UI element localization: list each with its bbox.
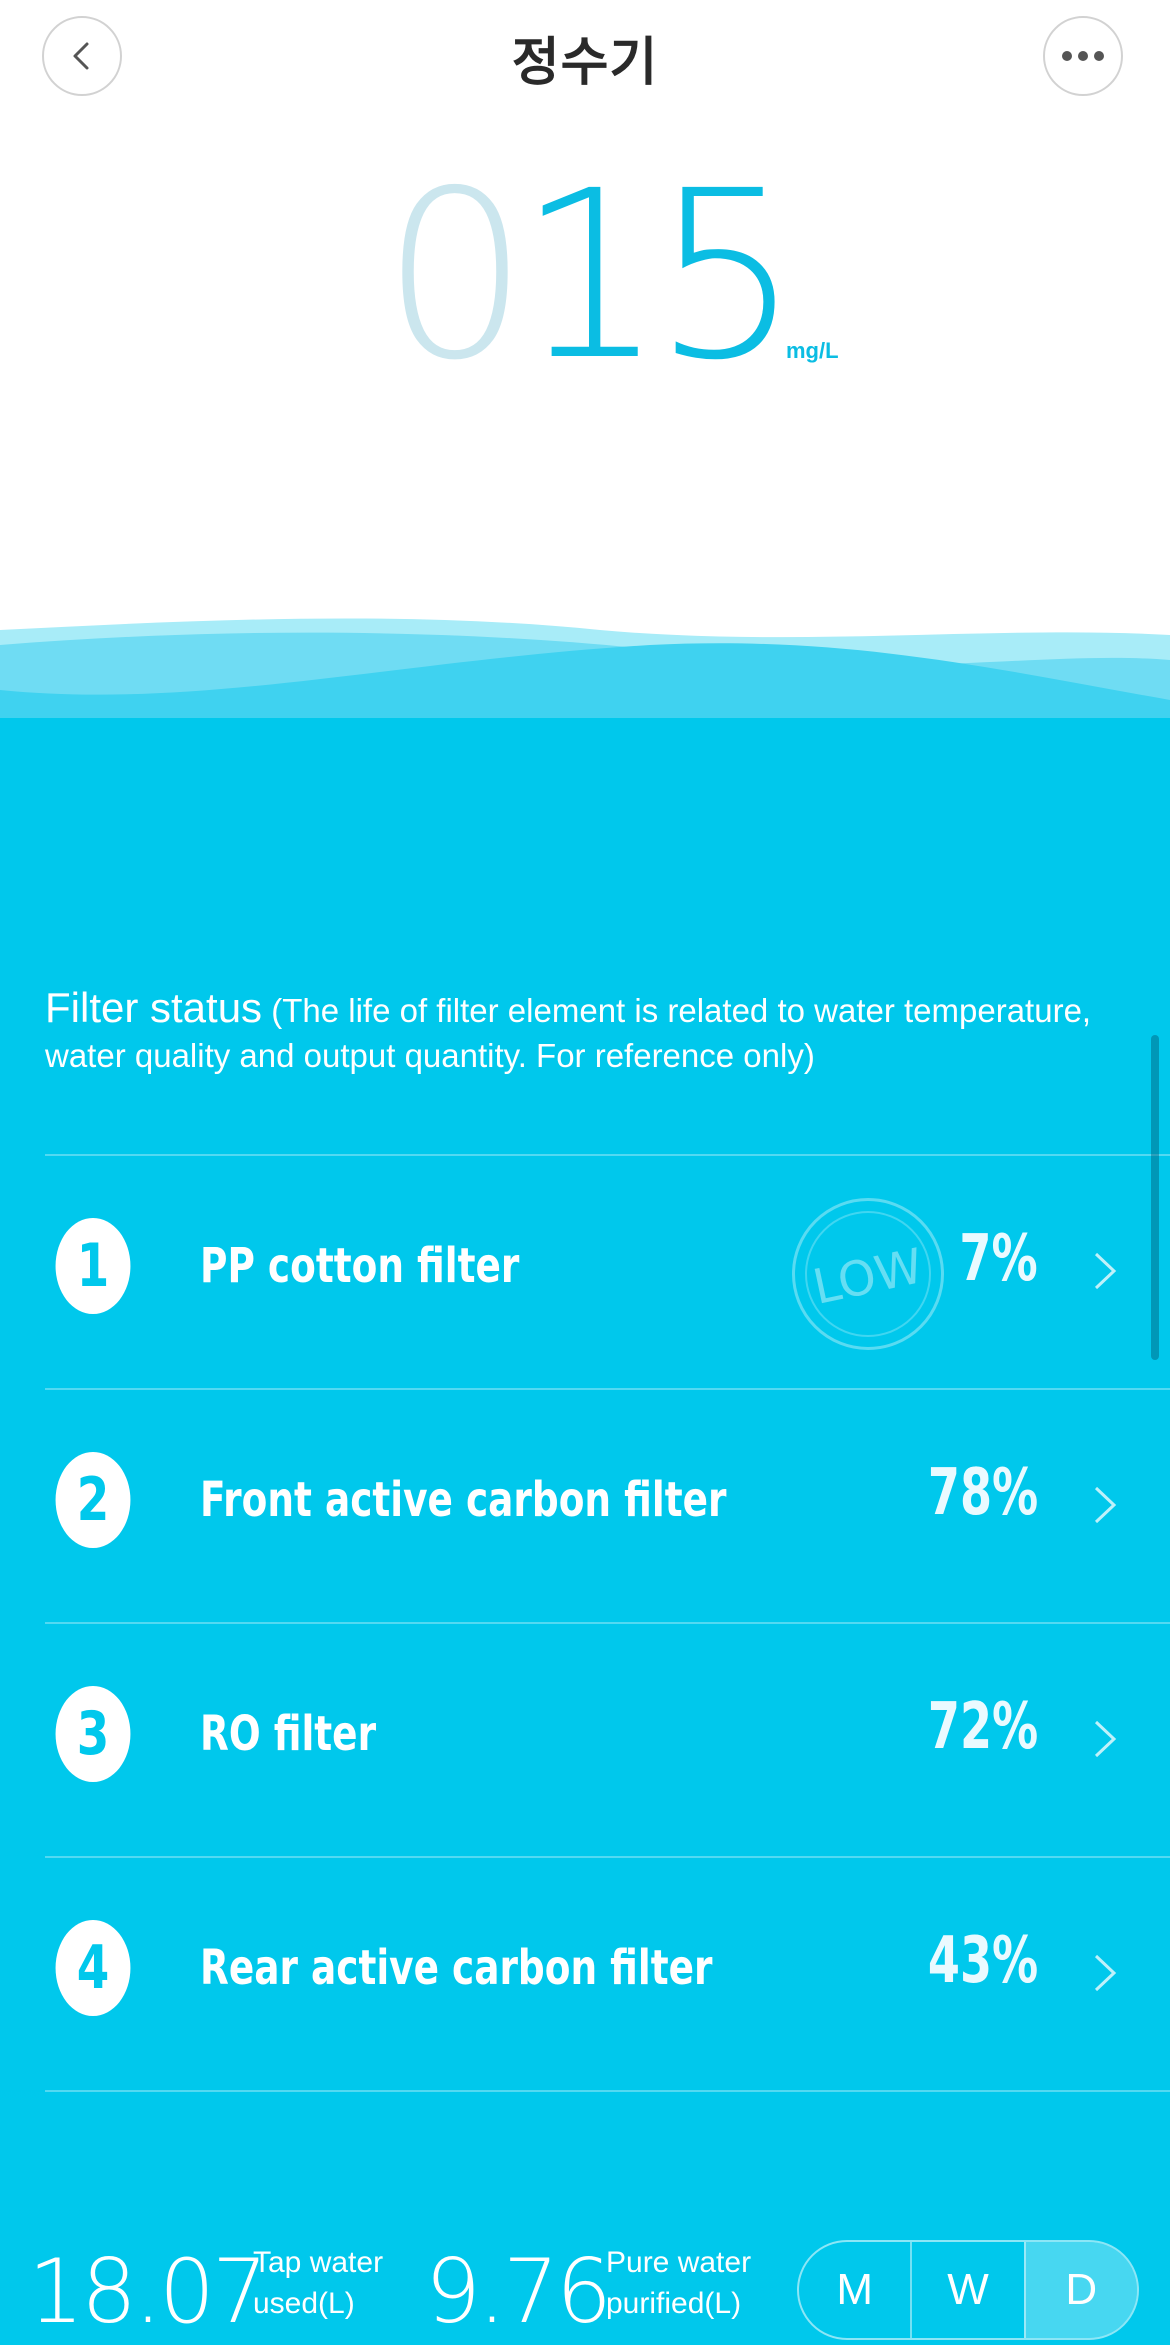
tap-water-label-line2: used(L) xyxy=(253,2287,355,2320)
filter-number-badge: 4 xyxy=(55,1920,131,2016)
filter-percent: 78% xyxy=(927,1456,1038,1530)
tds-digit: 1 xyxy=(517,141,665,411)
tds-digit: 5 xyxy=(652,141,801,411)
period-month-button[interactable]: M xyxy=(799,2242,910,2338)
pure-water-label: Pure water purified(L) xyxy=(606,2242,756,2324)
filter-row-1[interactable]: 1 PP cotton filter 7% xyxy=(0,1156,1170,1388)
chevron-right-icon xyxy=(1094,1954,1117,1992)
period-week-button[interactable]: W xyxy=(910,2242,1023,2338)
filter-name: Front active carbon filter xyxy=(200,1472,727,1528)
filter-percent: 7% xyxy=(959,1222,1038,1296)
tap-water-value: 18.07 xyxy=(28,2240,268,2343)
filter-status-header: Filter status (The life of filter elemen… xyxy=(45,985,1105,1078)
filter-row-2[interactable]: 2 Front active carbon filter 78% xyxy=(0,1390,1170,1622)
pure-water-label-line2: purified(L) xyxy=(606,2287,742,2320)
filter-percent: 72% xyxy=(927,1690,1038,1764)
page-title: 정수기 xyxy=(511,33,659,93)
ellipsis-icon xyxy=(1062,51,1104,61)
period-selector: M W D xyxy=(797,2240,1139,2340)
low-badge-text: LOW xyxy=(808,1238,928,1316)
tds-digit: 0 xyxy=(381,141,530,411)
filter-status-title: Filter status xyxy=(45,984,263,1031)
chevron-right-icon xyxy=(1094,1486,1117,1524)
filter-number-badge: 3 xyxy=(55,1686,131,1782)
more-button[interactable] xyxy=(1043,16,1123,96)
filter-number-badge: 1 xyxy=(55,1218,131,1314)
pure-water-label-line1: Pure water xyxy=(606,2246,752,2279)
tds-unit: mg/L xyxy=(786,338,839,363)
filter-number-badge: 2 xyxy=(55,1452,131,1548)
scrollbar[interactable] xyxy=(1151,1035,1159,1360)
period-day-button[interactable]: D xyxy=(1023,2242,1137,2338)
chevron-right-icon xyxy=(1094,1720,1117,1758)
filter-name: RO filter xyxy=(200,1706,377,1762)
tap-water-label-line1: Tap water xyxy=(253,2246,384,2279)
usage-stats: 18.07 Tap water used(L) 9.76 Pure water … xyxy=(0,2230,1170,2345)
tap-water-label: Tap water used(L) xyxy=(253,2242,403,2324)
pure-water-value: 9.76 xyxy=(425,2240,612,2343)
filter-percent: 43% xyxy=(927,1924,1038,1998)
filter-name: Rear active carbon filter xyxy=(200,1940,713,1996)
filter-name: PP cotton filter xyxy=(200,1238,520,1294)
filter-row-3[interactable]: 3 RO filter 72% xyxy=(0,1624,1170,1856)
filter-row-4[interactable]: 4 Rear active carbon filter 43% xyxy=(0,1858,1170,2090)
divider xyxy=(45,2090,1170,2092)
low-warning-stamp: LOW xyxy=(792,1198,944,1350)
tds-reading: 015 xyxy=(0,160,1170,392)
chevron-right-icon xyxy=(1094,1252,1117,1290)
